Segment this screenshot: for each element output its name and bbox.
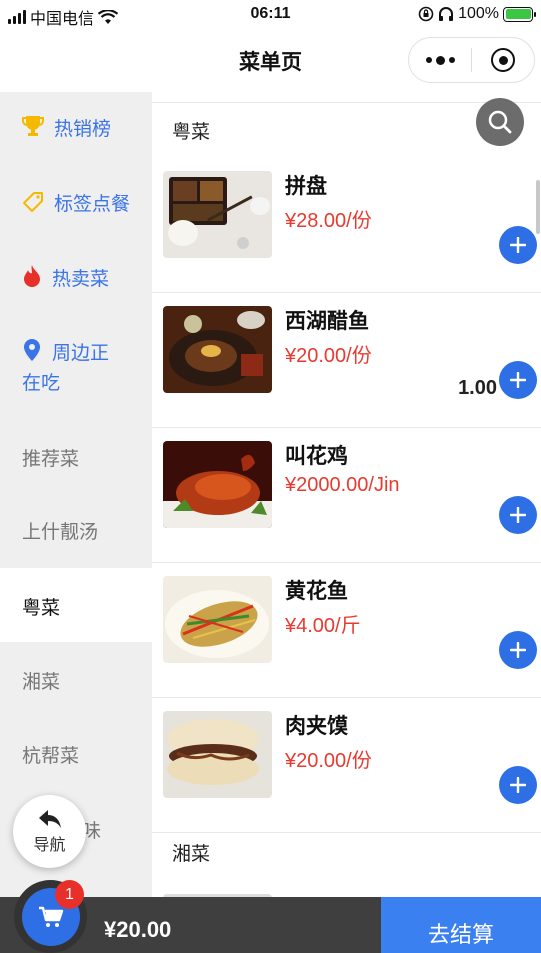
- cart-total: ¥20.00: [104, 917, 172, 942]
- sidebar-item-label: 热卖菜: [52, 269, 110, 290]
- close-mini-program-button[interactable]: [472, 38, 534, 82]
- sidebar-item-recommended[interactable]: 推荐菜: [0, 444, 152, 471]
- sidebar-item-nearby[interactable]: 周边正 在吃: [0, 338, 152, 399]
- add-to-cart-button[interactable]: [499, 226, 537, 264]
- mini-program-capsule: [408, 37, 535, 83]
- sidebar-item-cantonese[interactable]: 粤菜: [0, 568, 152, 642]
- battery-percent: 100%: [458, 5, 499, 22]
- sidebar-item-hot-selling[interactable]: 热卖菜: [0, 264, 152, 291]
- section-title: 粤菜: [172, 122, 211, 143]
- dish-image-west-lake-fish: [163, 306, 272, 393]
- sidebar-item-label: 在吃: [22, 373, 61, 394]
- plus-icon: [510, 372, 526, 388]
- add-to-cart-button[interactable]: [499, 496, 537, 534]
- dish-name: 黄花鱼: [285, 580, 348, 603]
- dish-item[interactable]: 叫花鸡 ¥2000.00/Jin: [152, 428, 541, 563]
- dish-image-beggars-chicken: [163, 441, 272, 528]
- cart-count-badge: 1: [55, 880, 84, 909]
- search-icon: [488, 110, 512, 134]
- add-to-cart-button[interactable]: [499, 361, 537, 399]
- section-title: 湘菜: [172, 844, 211, 865]
- shopping-cart-icon: [38, 906, 63, 927]
- dish-item[interactable]: 西湖醋鱼 ¥20.00/份 1.00: [152, 293, 541, 428]
- sidebar-item-label: 热销榜: [54, 119, 112, 140]
- flame-icon: [24, 265, 40, 287]
- location-pin-icon: [24, 339, 40, 361]
- plus-icon: [510, 507, 526, 523]
- floating-nav-button[interactable]: 导航: [13, 795, 86, 868]
- trophy-icon: [22, 116, 44, 136]
- dish-price: ¥4.00/斤: [285, 615, 361, 637]
- add-to-cart-button[interactable]: [499, 631, 537, 669]
- nav-bar: 菜单页: [0, 30, 541, 92]
- battery-icon: [503, 6, 536, 22]
- sidebar-item-hangzhou[interactable]: 杭帮菜: [0, 741, 152, 768]
- dish-item[interactable]: 黄花鱼 ¥4.00/斤: [152, 563, 541, 698]
- sidebar-item-hot-ranking[interactable]: 热销榜: [0, 114, 152, 141]
- dish-name: 拼盘: [285, 175, 327, 198]
- dish-item[interactable]: 肉夹馍 ¥20.00/份: [152, 698, 541, 833]
- dish-price: ¥28.00/份: [285, 210, 372, 232]
- sidebar-item-hunan[interactable]: 湘菜: [0, 667, 152, 694]
- reply-arrow-icon: [38, 809, 61, 828]
- sidebar-item-label: 周边正: [52, 343, 110, 364]
- headphones-icon: [439, 7, 454, 21]
- rotation-lock-icon: [418, 6, 434, 22]
- target-icon: [491, 48, 515, 72]
- checkout-button[interactable]: 去结算: [381, 897, 541, 953]
- divider: [152, 102, 541, 103]
- floating-nav-label: 导航: [33, 836, 66, 854]
- dish-image-platter: [163, 171, 272, 258]
- add-to-cart-button[interactable]: [499, 766, 537, 804]
- dish-name: 西湖醋鱼: [285, 310, 369, 333]
- dish-name: 肉夹馍: [285, 715, 348, 738]
- dish-price: ¥20.00/份: [285, 345, 372, 367]
- sidebar-item-soup[interactable]: 上什靓汤: [0, 517, 152, 544]
- plus-icon: [510, 237, 526, 253]
- dish-price: ¥20.00/份: [285, 750, 372, 772]
- dish-list[interactable]: 粤菜 拼盘 ¥28.00/份 西湖醋鱼 ¥20.00/份 1.00 叫花鸡 ¥2…: [152, 92, 541, 897]
- dish-image-yellow-croaker: [163, 576, 272, 663]
- dish-name: 叫花鸡: [285, 445, 348, 468]
- dish-image-roujiamo: [163, 711, 272, 798]
- sidebar-item-tag-order[interactable]: 标签点餐: [0, 189, 152, 216]
- dish-price: ¥2000.00/Jin: [285, 474, 400, 496]
- plus-icon: [510, 642, 526, 658]
- status-bar: 中国电信 06:11 100%: [0, 0, 541, 30]
- search-button[interactable]: [476, 98, 524, 146]
- dish-quantity: 1.00: [458, 377, 497, 399]
- category-sidebar: 热销榜 标签点餐 热卖菜 周边正 在吃 推荐菜 上什靓汤 粤菜 湘菜 杭帮菜 味: [0, 92, 152, 897]
- dish-item[interactable]: 拼盘 ¥28.00/份: [152, 158, 541, 293]
- more-options-button[interactable]: [409, 38, 471, 82]
- sidebar-item-label: 标签点餐: [54, 194, 131, 215]
- plus-icon: [510, 777, 526, 793]
- tag-icon: [23, 192, 43, 212]
